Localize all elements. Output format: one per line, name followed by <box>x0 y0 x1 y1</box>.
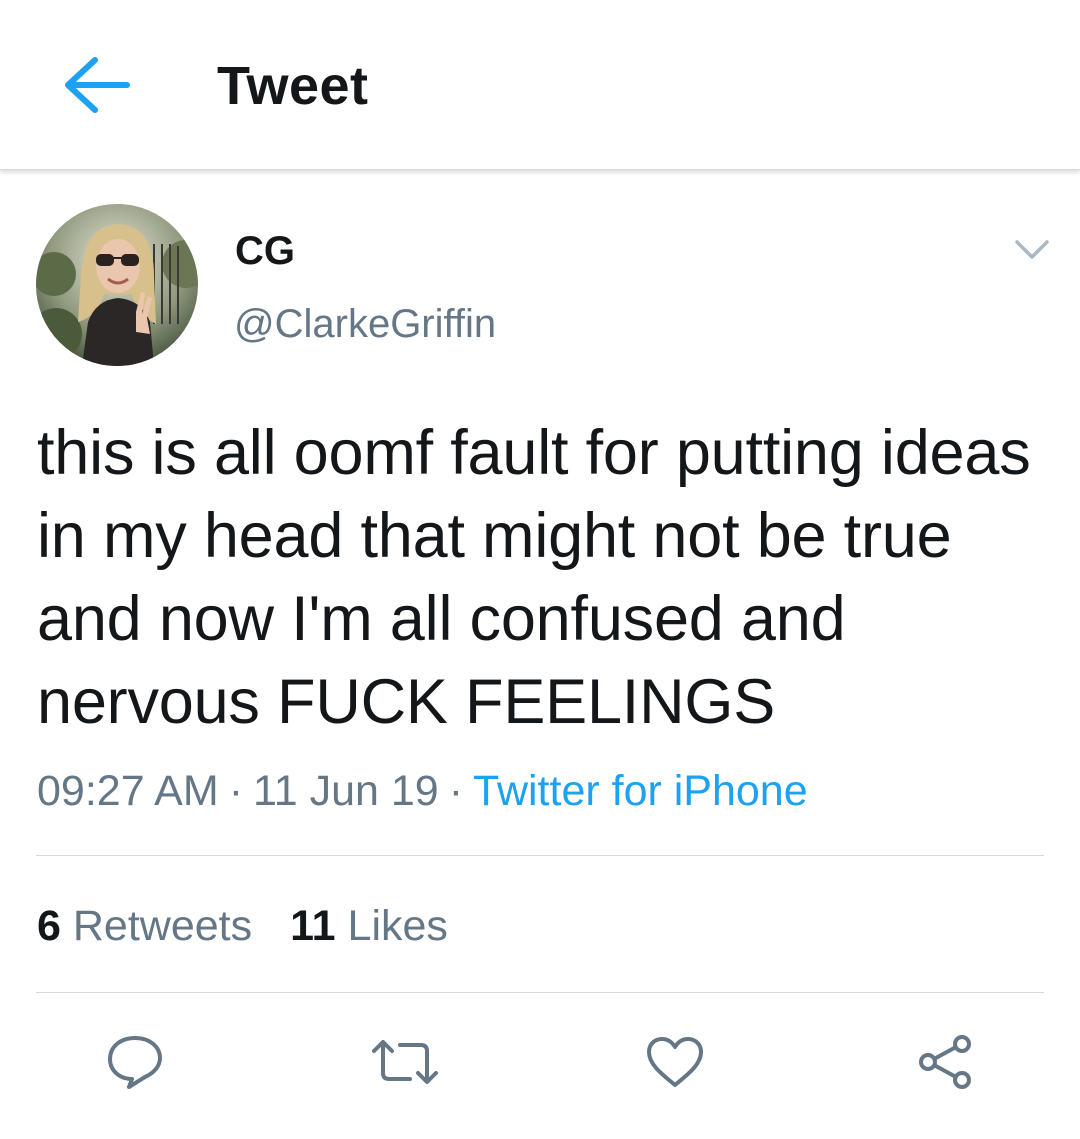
like-button[interactable] <box>644 1030 706 1094</box>
more-options-button[interactable] <box>1010 232 1054 268</box>
chevron-down-icon <box>1015 240 1049 259</box>
tweet-source-link[interactable]: Twitter for iPhone <box>473 767 808 815</box>
divider <box>36 992 1044 993</box>
top-app-bar: Tweet <box>0 0 1080 170</box>
profile-photo <box>36 204 198 366</box>
retweets-stat[interactable]: 6 Retweets <box>37 902 252 950</box>
retweet-button[interactable] <box>370 1030 440 1094</box>
display-name[interactable]: CG <box>235 228 295 274</box>
tweet-stats: 6 Retweets 11 Likes <box>37 900 448 952</box>
retweets-label: Retweets <box>72 902 253 950</box>
meta-separator: · <box>448 767 464 815</box>
tweet-date: 11 Jun 19 <box>253 767 439 815</box>
likes-count: 11 <box>290 902 336 950</box>
tweet-text: this is all oomf fault for putting ideas… <box>37 418 1031 737</box>
tweet-meta: 09:27 AM · 11 Jun 19 · Twitter for iPhone <box>37 765 808 817</box>
avatar[interactable] <box>36 204 198 366</box>
page-title: Tweet <box>217 56 369 116</box>
tweet-time: 09:27 AM <box>37 767 219 815</box>
likes-stat[interactable]: 11 Likes <box>290 902 448 950</box>
reply-button[interactable] <box>103 1030 167 1094</box>
likes-label: Likes <box>347 902 448 950</box>
reply-icon <box>108 1036 162 1089</box>
user-handle[interactable]: @ClarkeGriffin <box>234 301 496 347</box>
meta-separator: · <box>228 767 244 815</box>
retweets-count: 6 <box>37 902 61 950</box>
share-button[interactable] <box>914 1030 978 1094</box>
back-button[interactable] <box>58 50 134 120</box>
like-icon <box>647 1037 703 1087</box>
divider <box>36 855 1044 856</box>
arrow-left-icon <box>65 57 130 113</box>
tweet-detail-screen: Tweet CG @ClarkeGriffin this is all oomf… <box>0 0 1080 1139</box>
retweet-icon <box>372 1040 438 1084</box>
share-icon <box>919 1035 971 1089</box>
